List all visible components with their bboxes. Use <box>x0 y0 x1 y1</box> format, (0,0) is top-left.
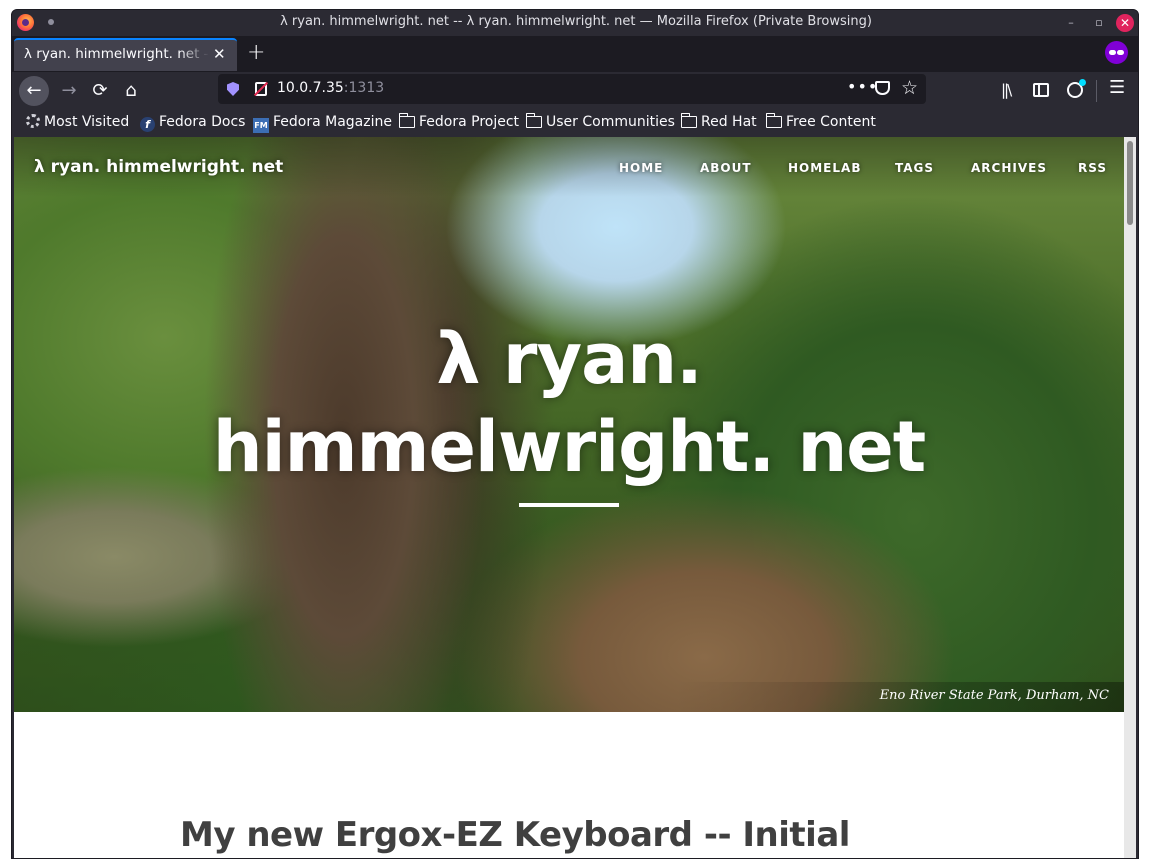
url-host: 10.0.7.35 <box>277 80 344 96</box>
photo-caption: Eno River State Park, Durham, NC <box>879 688 1109 703</box>
bookmark-fedora-docs[interactable]: f Fedora Docs <box>140 114 245 132</box>
fedora-icon: f <box>140 117 155 132</box>
minimize-button[interactable]: – <box>1062 14 1080 32</box>
gear-icon <box>26 114 40 128</box>
back-button[interactable]: ← <box>19 76 49 106</box>
tab-title: λ ryan. himmelwright. net -- λ ryan. him… <box>24 46 209 62</box>
folder-icon <box>680 113 697 128</box>
nav-tags[interactable]: TAGS <box>895 161 934 175</box>
nav-about[interactable]: ABOUT <box>700 161 752 175</box>
sidebar-icon[interactable] <box>1033 83 1049 97</box>
hero-image: λ ryan. himmelwright. net HOME ABOUT HOM… <box>14 137 1124 712</box>
bookmark-folder-free-content[interactable]: Free Content <box>765 113 876 130</box>
bookmark-folder-user-communities[interactable]: User Communities <box>525 113 675 130</box>
private-browsing-icon <box>1105 41 1128 64</box>
window-title: λ ryan. himmelwright. net -- λ ryan. him… <box>280 14 872 29</box>
post-title-link[interactable]: My new Ergox-EZ Keyboard -- Initial <box>180 815 850 855</box>
bookmarks-toolbar: Most Visited f Fedora Docs FM Fedora Magaz… <box>12 110 1138 137</box>
maximize-button[interactable]: ▫ <box>1090 14 1108 32</box>
hero-divider <box>519 503 619 507</box>
reload-button[interactable]: ⟳ <box>85 76 115 106</box>
pocket-icon[interactable] <box>875 81 890 95</box>
hero-title: λ ryan. himmelwright. net <box>69 315 1069 491</box>
hamburger-menu-icon[interactable]: ☰ <box>1109 77 1125 98</box>
page-viewport: λ ryan. himmelwright. net HOME ABOUT HOM… <box>14 137 1124 858</box>
home-button[interactable]: ⌂ <box>116 76 146 106</box>
fm-icon: FM <box>253 118 269 133</box>
account-icon[interactable] <box>1067 79 1086 98</box>
nav-bar: ← → ⟳ ⌂ 10.0.7.35:1313 ••• ☆ ||\ ☰ <box>12 72 1138 110</box>
insecure-connection-icon[interactable] <box>255 82 267 96</box>
tab-close-icon[interactable]: ✕ <box>213 45 226 63</box>
library-icon[interactable]: ||\ <box>1001 81 1012 99</box>
nav-home[interactable]: HOME <box>619 161 663 175</box>
close-window-button[interactable]: ✕ <box>1116 14 1134 32</box>
nav-rss[interactable]: RSS <box>1078 161 1107 175</box>
bookmark-most-visited[interactable]: Most Visited <box>26 114 129 130</box>
bookmark-star-icon[interactable]: ☆ <box>901 77 918 99</box>
url-bar[interactable]: 10.0.7.35:1313 ••• ☆ <box>218 74 926 104</box>
tab-strip: λ ryan. himmelwright. net -- λ ryan. him… <box>12 36 1138 72</box>
url-port: :1313 <box>343 80 385 96</box>
browser-window: λ ryan. himmelwright. net -- λ ryan. him… <box>11 9 1139 859</box>
bookmark-fedora-magazine[interactable]: FM Fedora Magazine <box>253 114 392 133</box>
bookmark-folder-fedora-project[interactable]: Fedora Project <box>398 113 519 130</box>
hero-title-line-1: λ ryan. <box>436 318 702 400</box>
nav-homelab[interactable]: HOMELAB <box>788 161 861 175</box>
page-actions-icon[interactable]: ••• <box>847 77 878 96</box>
bookmark-folder-red-hat[interactable]: Red Hat <box>680 113 757 130</box>
tracking-protection-shield-icon[interactable] <box>227 82 239 96</box>
new-tab-button[interactable]: + <box>247 40 265 65</box>
folder-icon <box>765 113 782 128</box>
forward-button[interactable]: → <box>54 76 84 106</box>
site-brand-link[interactable]: λ ryan. himmelwright. net <box>34 157 283 177</box>
toolbar-separator <box>1096 80 1097 102</box>
url-text[interactable]: 10.0.7.35:1313 <box>277 80 384 96</box>
folder-icon <box>525 113 542 128</box>
title-bar: λ ryan. himmelwright. net -- λ ryan. him… <box>12 10 1138 36</box>
hero-title-line-2: himmelwright. net <box>212 406 927 488</box>
tab-active[interactable]: λ ryan. himmelwright. net -- λ ryan. him… <box>14 38 237 71</box>
page-scrollbar[interactable] <box>1124 137 1136 858</box>
nav-archives[interactable]: ARCHIVES <box>971 161 1047 175</box>
scrollbar-thumb[interactable] <box>1127 141 1133 225</box>
folder-icon <box>398 113 415 128</box>
